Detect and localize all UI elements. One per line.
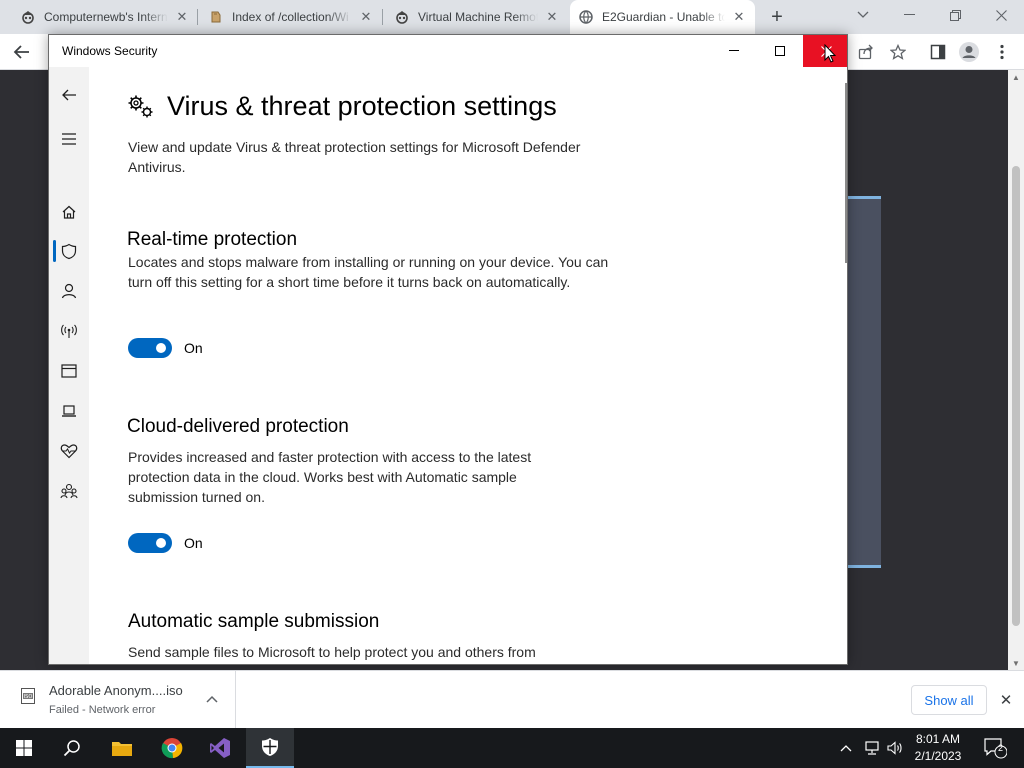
tab-title: Virtual Machine Remote xyxy=(418,10,538,24)
window-title: Windows Security xyxy=(62,44,158,58)
browser-restore-button[interactable] xyxy=(932,0,978,30)
folder-favicon-icon xyxy=(208,9,224,25)
window-title-bar[interactable]: Windows Security xyxy=(49,35,847,67)
back-arrow-icon[interactable] xyxy=(10,40,34,64)
tray-chevron-up-icon[interactable] xyxy=(838,728,854,768)
page-description: View and update Virus & threat protectio… xyxy=(128,139,581,175)
show-all-button[interactable]: Show all xyxy=(911,685,987,715)
hamburger-menu-icon[interactable] xyxy=(49,123,89,155)
taskbar-clock[interactable]: 8:01 AM 2/1/2023 xyxy=(908,731,968,765)
chrome-browser-icon[interactable] xyxy=(148,728,196,768)
settings-gear-icon[interactable] xyxy=(49,655,89,664)
tab-separator xyxy=(197,9,198,25)
page-scrollbar[interactable]: ▲ ▼ xyxy=(1008,70,1024,670)
close-shelf-icon[interactable]: ✕ xyxy=(996,690,1016,710)
window-minimize-button[interactable] xyxy=(711,35,757,67)
device-security-laptop-icon[interactable] xyxy=(49,395,89,427)
page-panel xyxy=(848,196,881,568)
tab-close-icon[interactable]: ✕ xyxy=(358,9,374,25)
action-center-notification-icon[interactable]: 2 xyxy=(978,728,1012,768)
dialog-scrollbar[interactable] xyxy=(845,83,847,263)
browser-tab[interactable]: Virtual Machine Remote ✕ xyxy=(386,0,568,34)
device-health-heart-icon[interactable] xyxy=(49,435,89,467)
security-nav-rail xyxy=(49,67,89,664)
section-description: Locates and stops malware from installin… xyxy=(128,254,609,290)
side-panel-icon[interactable] xyxy=(926,40,950,64)
profile-avatar-icon[interactable] xyxy=(957,40,981,64)
nav-back-arrow-icon[interactable] xyxy=(49,79,89,111)
windows-security-shield-icon[interactable] xyxy=(246,728,294,768)
file-explorer-folder-icon[interactable] xyxy=(98,728,146,768)
browser-tab[interactable]: Computernewb's Internet ✕ xyxy=(12,0,198,34)
scroll-up-arrow-icon[interactable]: ▲ xyxy=(1008,70,1024,84)
section-description: Send sample files to Microsoft to help p… xyxy=(128,644,536,660)
windows-security-window: Windows Security Virus & threat protecti… xyxy=(48,34,848,665)
download-shelf: ISO Adorable Anonym....iso Failed - Netw… xyxy=(0,670,1024,729)
browser-tab-strip: Computernewb's Internet ✕ Index of /coll… xyxy=(0,0,1024,34)
window-maximize-button[interactable] xyxy=(757,35,803,67)
download-filename: Adorable Anonym....iso xyxy=(49,683,183,698)
browser-tab-active[interactable]: E2Guardian - Unable to ✕ xyxy=(570,0,755,34)
bookmark-star-icon[interactable] xyxy=(886,40,910,64)
download-item[interactable]: ISO Adorable Anonym....iso Failed - Netw… xyxy=(0,671,236,729)
tab-search-chevron-icon[interactable] xyxy=(840,0,886,30)
windows-taskbar: 8:01 AM 2/1/2023 2 xyxy=(0,728,1024,768)
volume-speaker-icon[interactable] xyxy=(886,728,904,768)
download-status: Failed - Network error xyxy=(49,704,156,716)
tab-title: Index of /collection/Wi xyxy=(232,10,349,24)
firewall-network-icon[interactable] xyxy=(49,315,89,347)
more-menu-icon[interactable] xyxy=(990,40,1014,64)
page-scrollbar-thumb[interactable] xyxy=(1012,166,1020,626)
clock-date: 2/1/2023 xyxy=(914,749,962,763)
shield-icon[interactable] xyxy=(49,235,89,267)
tab-close-icon[interactable]: ✕ xyxy=(174,9,190,25)
globe-favicon-icon xyxy=(578,9,594,25)
start-windows-icon[interactable] xyxy=(0,728,48,768)
toggle-switch[interactable] xyxy=(128,338,172,358)
browser-minimize-button[interactable] xyxy=(886,0,932,30)
clock-time: 8:01 AM xyxy=(915,732,961,746)
page-title-text: Virus & threat protection settings xyxy=(167,91,557,121)
section-description: Provides increased and faster protection… xyxy=(128,449,532,505)
section-title: Automatic sample submission xyxy=(128,611,380,632)
section-title: Cloud-delivered protection xyxy=(127,416,349,437)
section-title: Real-time protection xyxy=(127,229,298,250)
tab-separator xyxy=(382,9,383,25)
visual-studio-icon[interactable] xyxy=(196,728,244,768)
network-icon[interactable] xyxy=(862,728,882,768)
spy-favicon-icon xyxy=(394,9,410,25)
family-options-icon[interactable] xyxy=(49,475,89,507)
account-person-icon[interactable] xyxy=(49,275,89,307)
iso-file-icon: ISO xyxy=(20,687,36,705)
spy-favicon-icon xyxy=(20,9,36,25)
browser-tab[interactable]: Index of /collection/Wi ✕ xyxy=(200,0,382,34)
share-icon[interactable] xyxy=(854,40,878,64)
mouse-cursor-icon xyxy=(824,43,837,64)
app-browser-control-icon[interactable] xyxy=(49,355,89,387)
toggle-label: On xyxy=(184,340,203,356)
toggle-switch[interactable] xyxy=(128,533,172,553)
tab-title: E2Guardian - Unable to xyxy=(602,10,725,24)
tab-title: Computernewb's Internet xyxy=(44,10,168,24)
tab-close-icon[interactable]: ✕ xyxy=(544,9,560,25)
svg-text:ISO: ISO xyxy=(24,694,33,700)
search-icon[interactable] xyxy=(48,728,96,768)
cloud-protection-toggle[interactable]: On xyxy=(128,533,203,553)
home-icon[interactable] xyxy=(49,196,89,228)
new-tab-button[interactable]: + xyxy=(766,6,788,28)
notification-count-badge: 2 xyxy=(998,743,1004,753)
chevron-up-icon[interactable] xyxy=(204,691,220,707)
settings-gears-icon xyxy=(127,94,155,120)
tab-close-icon[interactable]: ✕ xyxy=(731,9,747,25)
real-time-protection-toggle[interactable]: On xyxy=(128,338,203,358)
scroll-down-arrow-icon[interactable]: ▼ xyxy=(1008,656,1024,670)
browser-close-button[interactable] xyxy=(978,0,1024,30)
toggle-label: On xyxy=(184,535,203,551)
page-title: Virus & threat protection settings xyxy=(127,91,557,122)
